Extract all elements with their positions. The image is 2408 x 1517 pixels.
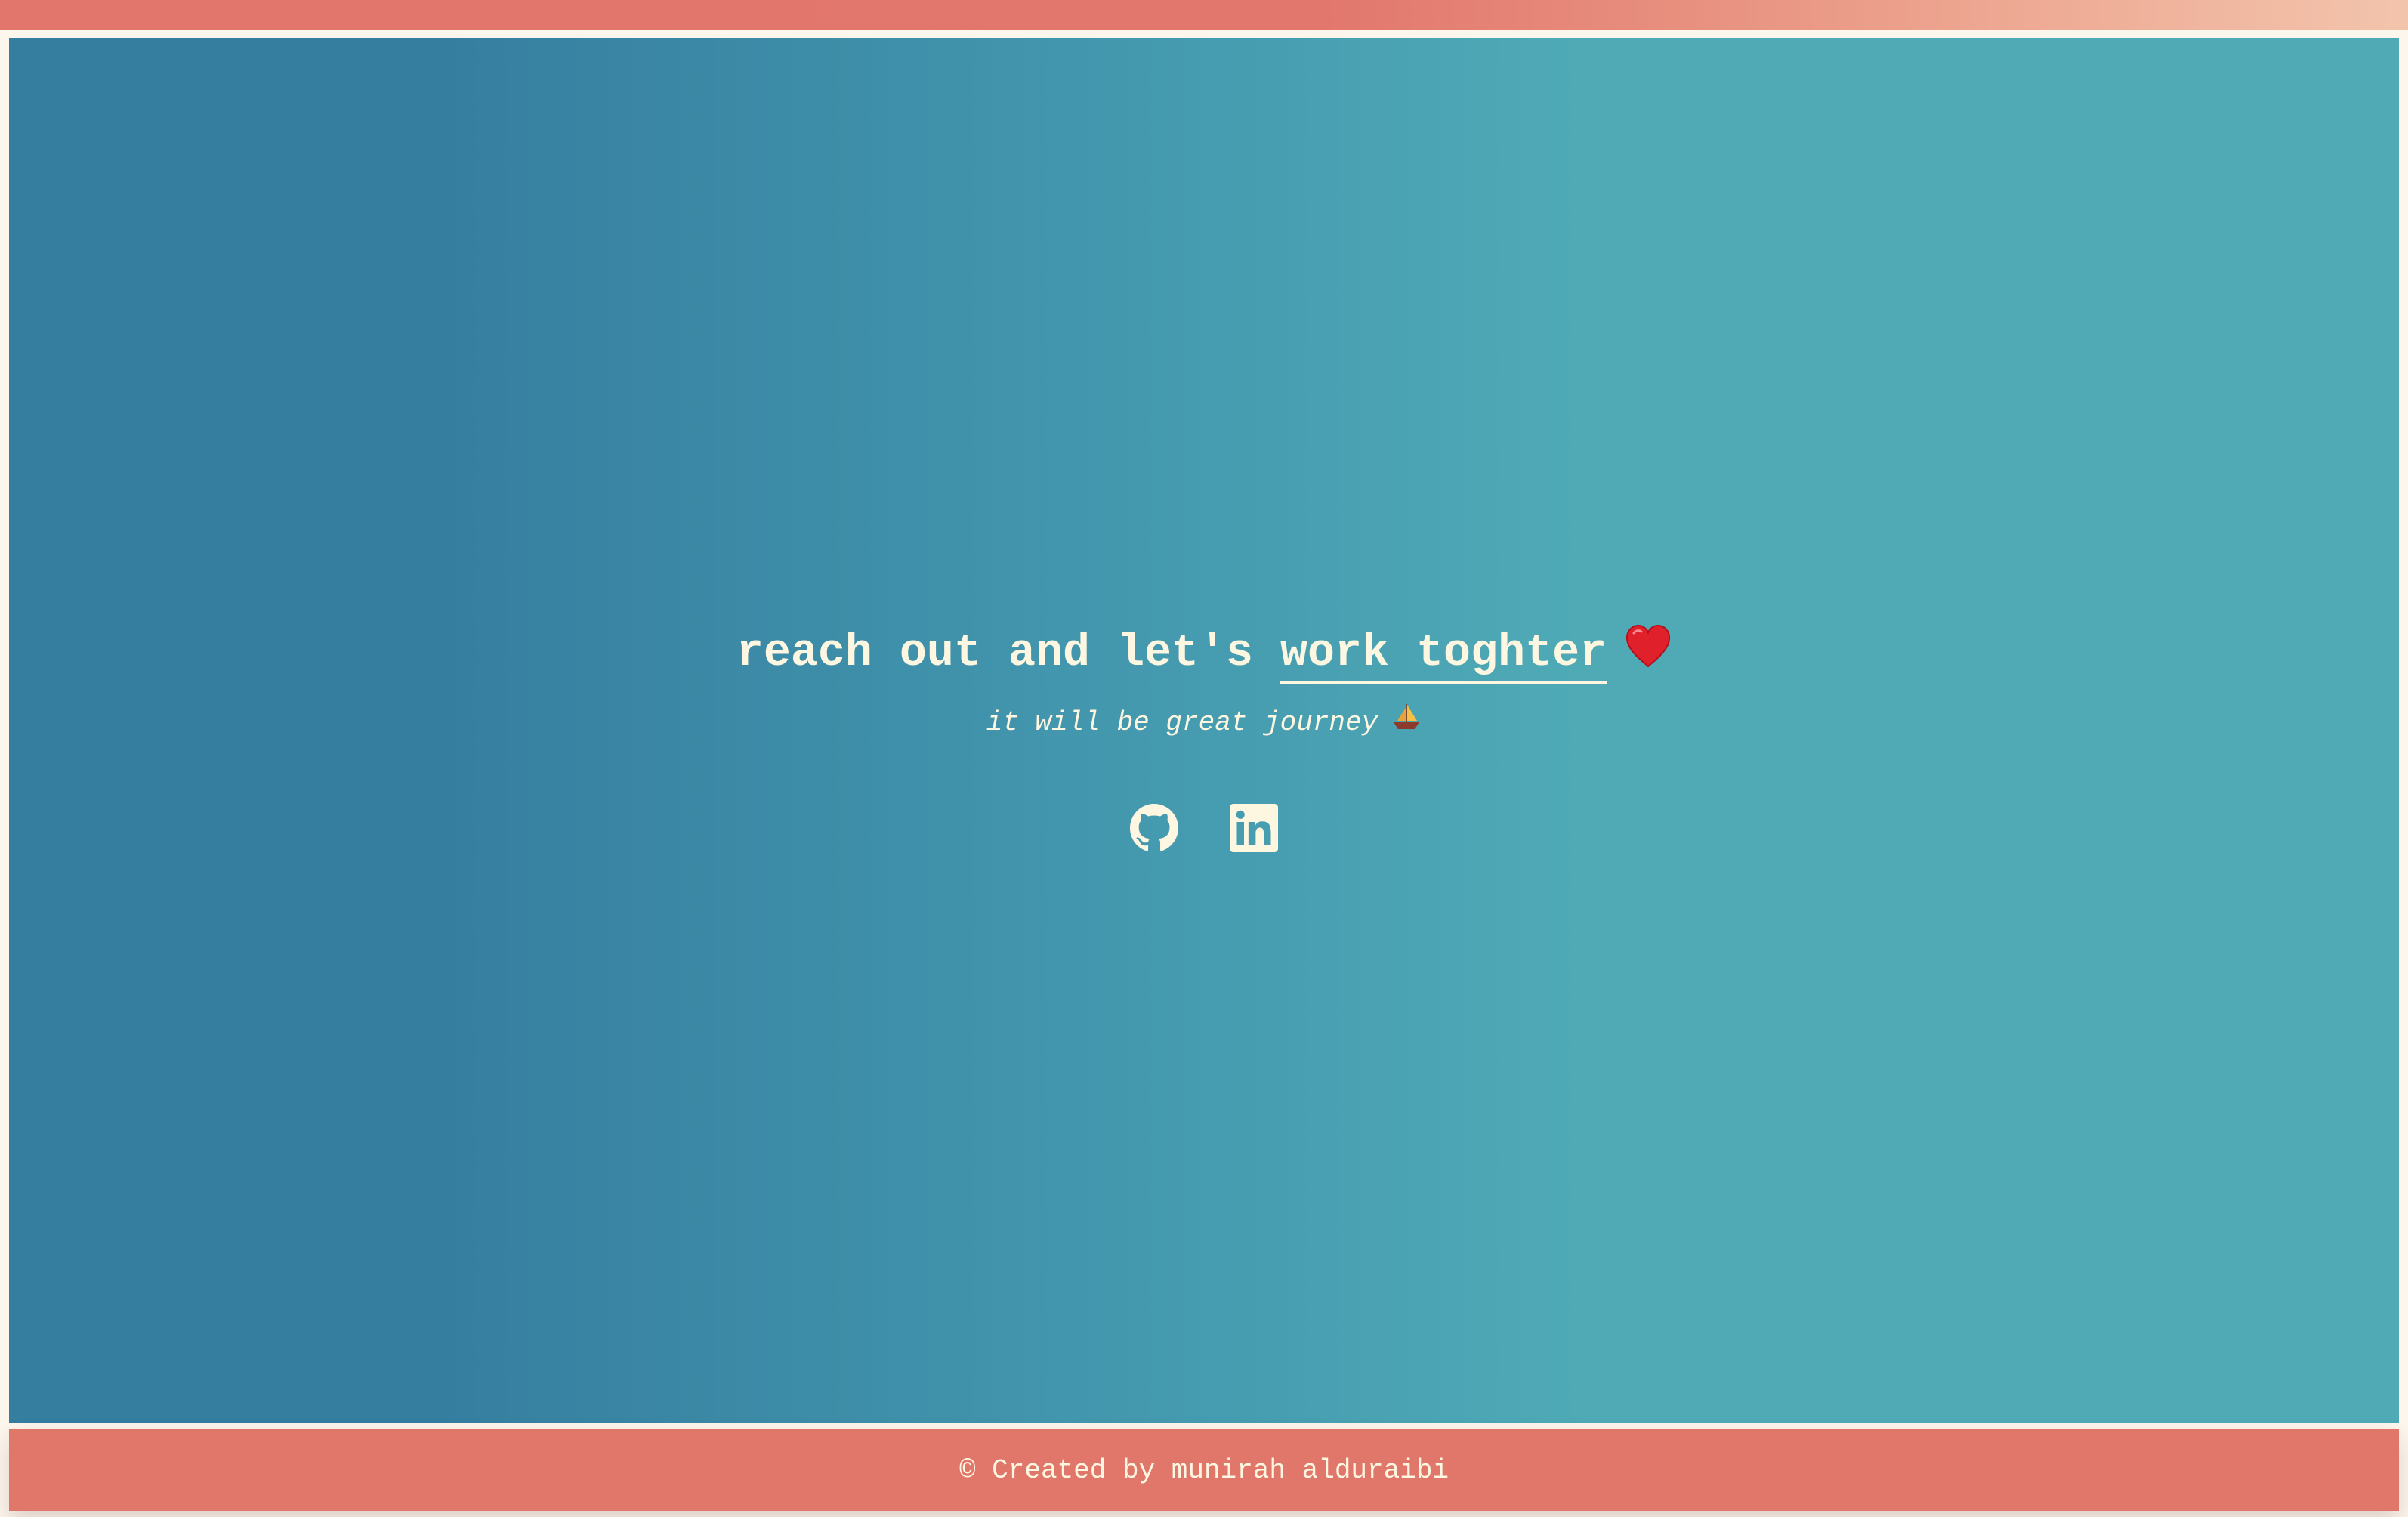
top-accent-bar	[0, 0, 2408, 30]
heart-icon	[1625, 623, 1672, 691]
work-together-link[interactable]: work toghter	[1280, 628, 1607, 684]
github-icon	[1130, 804, 1178, 852]
copyright-text: © Created by munirah alduraibi	[959, 1454, 1449, 1486]
page-footer: © Created by munirah alduraibi	[9, 1429, 2399, 1511]
contact-content: reach out and let's work toghter it will…	[9, 619, 2399, 852]
github-link[interactable]	[1130, 804, 1178, 852]
sailboat-icon	[1391, 701, 1422, 743]
linkedin-icon	[1230, 804, 1278, 852]
headline-text: reach out and let's	[736, 628, 1281, 679]
subtitle-text: it will be great journey	[986, 707, 1378, 738]
page-headline: reach out and let's work toghter	[9, 619, 2399, 691]
social-links	[9, 804, 2399, 852]
contact-section: reach out and let's work toghter it will…	[9, 38, 2399, 1423]
linkedin-link[interactable]	[1230, 804, 1278, 852]
subtitle: it will be great journey	[9, 701, 2399, 743]
